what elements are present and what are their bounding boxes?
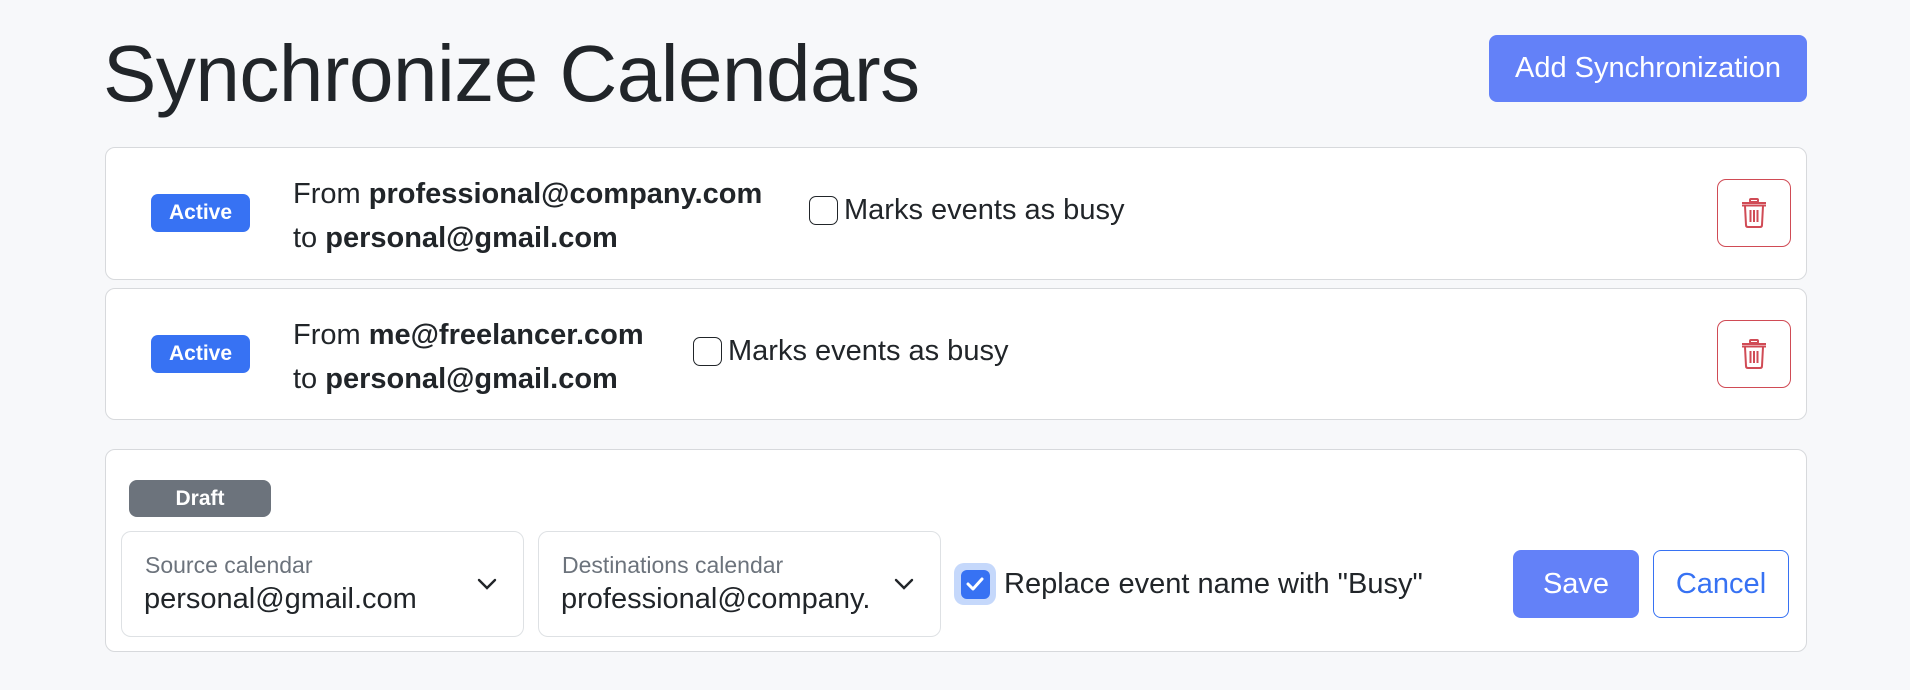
- replace-checkbox[interactable]: [960, 569, 990, 599]
- draft-card: Draft Source calendar personal@gmail.com…: [105, 449, 1807, 652]
- trash-icon: [1742, 339, 1766, 369]
- busy-label: Marks events as busy: [844, 194, 1125, 226]
- sync-card: Active From professional@company.com to …: [105, 147, 1807, 280]
- trash-icon: [1742, 198, 1766, 228]
- sync-description: From professional@company.com to persona…: [293, 172, 762, 260]
- sync-description: From me@freelancer.com to personal@gmail…: [293, 313, 644, 401]
- page-title: Synchronize Calendars: [103, 29, 920, 118]
- destination-calendar-select[interactable]: Destinations calendar professional@compa…: [538, 531, 941, 637]
- cancel-button[interactable]: Cancel: [1653, 550, 1789, 618]
- save-button[interactable]: Save: [1513, 550, 1639, 618]
- replace-label: Replace event name with "Busy": [1004, 567, 1423, 600]
- to-calendar: personal@gmail.com: [325, 222, 618, 254]
- delete-button[interactable]: [1717, 320, 1791, 388]
- busy-checkbox[interactable]: [693, 337, 722, 366]
- to-calendar: personal@gmail.com: [325, 363, 618, 395]
- from-calendar: me@freelancer.com: [368, 319, 644, 351]
- check-icon: [966, 577, 984, 591]
- destination-calendar-label: Destinations calendar: [562, 552, 784, 578]
- busy-label: Marks events as busy: [728, 335, 1009, 367]
- delete-button[interactable]: [1717, 179, 1791, 247]
- destination-calendar-value: professional@company.: [561, 583, 871, 615]
- status-badge: Active: [151, 194, 250, 232]
- chevron-down-icon: [477, 578, 497, 590]
- draft-badge: Draft: [129, 480, 271, 517]
- busy-checkbox[interactable]: [809, 196, 838, 225]
- from-calendar: professional@company.com: [368, 178, 763, 210]
- busy-option[interactable]: Marks events as busy: [693, 335, 1008, 368]
- add-synchronization-button[interactable]: Add Synchronization: [1489, 35, 1807, 102]
- status-badge: Active: [151, 335, 250, 373]
- source-calendar-value: personal@gmail.com: [144, 583, 417, 615]
- from-prefix: From: [293, 319, 361, 351]
- busy-option[interactable]: Marks events as busy: [809, 194, 1124, 227]
- replace-name-option[interactable]: Replace event name with "Busy": [954, 563, 1423, 605]
- from-prefix: From: [293, 178, 361, 210]
- replace-checkbox-focus-ring: [954, 563, 996, 605]
- sync-card: Active From me@freelancer.com to persona…: [105, 288, 1807, 420]
- to-prefix: to: [293, 363, 318, 395]
- to-prefix: to: [293, 222, 318, 254]
- source-calendar-label: Source calendar: [145, 552, 313, 578]
- source-calendar-select[interactable]: Source calendar personal@gmail.com: [121, 531, 524, 637]
- chevron-down-icon: [894, 578, 914, 590]
